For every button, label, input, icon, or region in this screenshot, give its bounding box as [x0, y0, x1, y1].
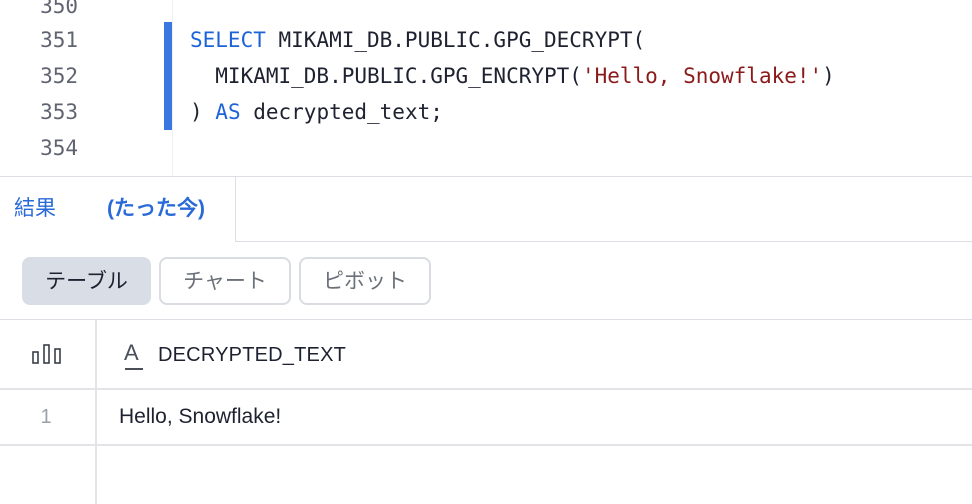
line-number: 352	[40, 64, 78, 88]
table-cell[interactable]: Hello, Snowflake!	[119, 390, 281, 444]
code-text: SELECT MIKAMI_DB.PUBLIC.GPG_DECRYPT(	[190, 22, 645, 58]
editor-line-353[interactable]: 353 ) AS decrypted_text;	[0, 94, 972, 130]
result-grid: A DECRYPTED_TEXT 1 Hello, Snowflake!	[0, 320, 972, 504]
view-table-button[interactable]: テーブル	[22, 257, 151, 305]
column-stats-icon[interactable]	[32, 344, 62, 364]
code-text: MIKAMI_DB.PUBLIC.GPG_ENCRYPT('Hello, Sno…	[190, 58, 835, 94]
column-name: DECRYPTED_TEXT	[158, 344, 347, 366]
tab-results[interactable]: 結果 (たった今)	[0, 176, 236, 242]
view-toggle: テーブル チャート ピボット	[0, 242, 972, 320]
line-number: 350	[40, 0, 78, 18]
code-text: ) AS decrypted_text;	[190, 94, 443, 130]
tab-results-label: 結果	[14, 197, 56, 220]
code-token: )	[190, 100, 216, 124]
editor-line-354[interactable]: 354	[0, 130, 972, 166]
code-token: decrypted_text;	[240, 100, 443, 124]
table-row[interactable]: 1 Hello, Snowflake!	[0, 390, 972, 446]
result-tabs: 結果 (たった今)	[0, 176, 972, 242]
line-number: 354	[40, 136, 78, 160]
tab-results-time: (たった今)	[107, 197, 205, 220]
view-chart-button[interactable]: チャート	[159, 257, 291, 305]
sql-string: 'Hello, Snowflake!'	[581, 64, 823, 88]
line-number: 351	[40, 28, 78, 52]
text-type-icon: A	[124, 340, 139, 365]
row-index: 1	[40, 406, 52, 428]
sql-keyword: SELECT	[190, 28, 266, 52]
selected-statement-marker	[164, 22, 172, 58]
code-token: MIKAMI_DB.PUBLIC.GPG_ENCRYPT(	[190, 64, 582, 88]
text-type-icon-underline	[125, 368, 143, 370]
selected-statement-marker	[164, 58, 172, 94]
selected-statement-marker	[164, 94, 172, 130]
code-token: MIKAMI_DB.PUBLIC.GPG_DECRYPT(	[265, 28, 646, 52]
sql-editor[interactable]: 350 351 SELECT MIKAMI_DB.PUBLIC.GPG_DECR…	[0, 0, 972, 176]
editor-line-351[interactable]: 351 SELECT MIKAMI_DB.PUBLIC.GPG_DECRYPT(	[0, 22, 972, 58]
line-number: 353	[40, 100, 78, 124]
view-pivot-button[interactable]: ピボット	[299, 257, 431, 305]
grid-header: A DECRYPTED_TEXT	[0, 320, 972, 390]
tab-bar-empty	[236, 176, 972, 242]
editor-line-352[interactable]: 352 MIKAMI_DB.PUBLIC.GPG_ENCRYPT('Hello,…	[0, 58, 972, 94]
editor-line-350[interactable]: 350	[0, 0, 972, 24]
code-token: )	[822, 64, 835, 88]
sql-keyword: AS	[215, 100, 241, 124]
